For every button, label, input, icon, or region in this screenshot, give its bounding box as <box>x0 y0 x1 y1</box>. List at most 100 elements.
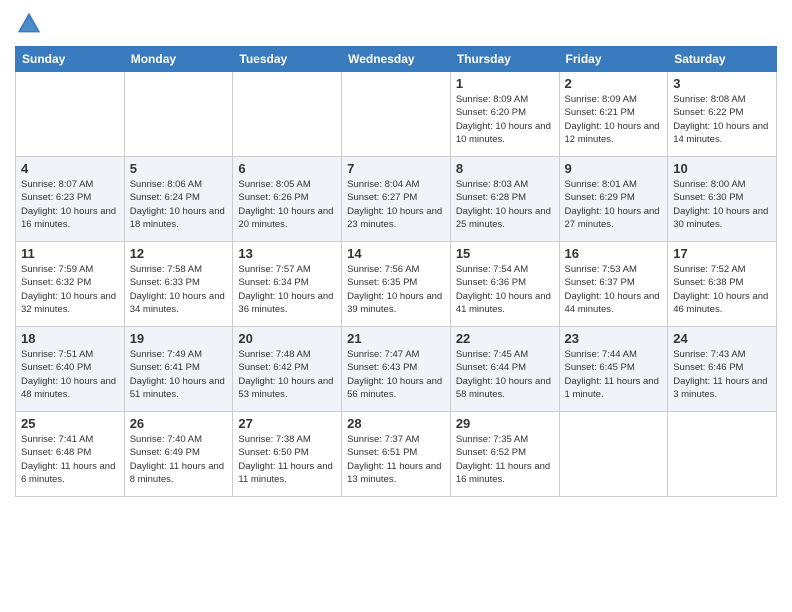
day-info: Sunrise: 7:45 AM Sunset: 6:44 PM Dayligh… <box>456 348 554 401</box>
day-header-saturday: Saturday <box>668 47 777 72</box>
day-info: Sunrise: 7:49 AM Sunset: 6:41 PM Dayligh… <box>130 348 228 401</box>
day-number: 17 <box>673 246 771 261</box>
calendar-cell: 2 Sunrise: 8:09 AM Sunset: 6:21 PM Daylig… <box>559 72 668 157</box>
week-row-2: 11 Sunrise: 7:59 AM Sunset: 6:32 PM Dayli… <box>16 242 777 327</box>
calendar-cell <box>124 72 233 157</box>
day-header-monday: Monday <box>124 47 233 72</box>
calendar-cell: 24 Sunrise: 7:43 AM Sunset: 6:46 PM Dayli… <box>668 327 777 412</box>
day-number: 11 <box>21 246 119 261</box>
day-header-tuesday: Tuesday <box>233 47 342 72</box>
day-info: Sunrise: 8:09 AM Sunset: 6:20 PM Dayligh… <box>456 93 554 146</box>
calendar-cell: 27 Sunrise: 7:38 AM Sunset: 6:50 PM Dayli… <box>233 412 342 497</box>
day-number: 28 <box>347 416 445 431</box>
day-header-sunday: Sunday <box>16 47 125 72</box>
calendar-cell: 11 Sunrise: 7:59 AM Sunset: 6:32 PM Dayli… <box>16 242 125 327</box>
calendar-cell: 21 Sunrise: 7:47 AM Sunset: 6:43 PM Dayli… <box>342 327 451 412</box>
day-number: 8 <box>456 161 554 176</box>
calendar-cell: 4 Sunrise: 8:07 AM Sunset: 6:23 PM Daylig… <box>16 157 125 242</box>
calendar-cell: 12 Sunrise: 7:58 AM Sunset: 6:33 PM Dayli… <box>124 242 233 327</box>
calendar-cell: 20 Sunrise: 7:48 AM Sunset: 6:42 PM Dayli… <box>233 327 342 412</box>
calendar-cell: 14 Sunrise: 7:56 AM Sunset: 6:35 PM Dayli… <box>342 242 451 327</box>
calendar-cell: 5 Sunrise: 8:06 AM Sunset: 6:24 PM Daylig… <box>124 157 233 242</box>
day-number: 15 <box>456 246 554 261</box>
day-number: 2 <box>565 76 663 91</box>
week-row-4: 25 Sunrise: 7:41 AM Sunset: 6:48 PM Dayli… <box>16 412 777 497</box>
day-number: 13 <box>238 246 336 261</box>
day-number: 4 <box>21 161 119 176</box>
calendar-cell: 1 Sunrise: 8:09 AM Sunset: 6:20 PM Daylig… <box>450 72 559 157</box>
calendar-cell: 16 Sunrise: 7:53 AM Sunset: 6:37 PM Dayli… <box>559 242 668 327</box>
day-info: Sunrise: 7:37 AM Sunset: 6:51 PM Dayligh… <box>347 433 445 486</box>
day-info: Sunrise: 8:03 AM Sunset: 6:28 PM Dayligh… <box>456 178 554 231</box>
calendar-cell: 7 Sunrise: 8:04 AM Sunset: 6:27 PM Daylig… <box>342 157 451 242</box>
calendar-cell <box>559 412 668 497</box>
week-row-3: 18 Sunrise: 7:51 AM Sunset: 6:40 PM Dayli… <box>16 327 777 412</box>
day-info: Sunrise: 7:51 AM Sunset: 6:40 PM Dayligh… <box>21 348 119 401</box>
calendar-cell: 13 Sunrise: 7:57 AM Sunset: 6:34 PM Dayli… <box>233 242 342 327</box>
calendar-cell: 18 Sunrise: 7:51 AM Sunset: 6:40 PM Dayli… <box>16 327 125 412</box>
day-info: Sunrise: 7:53 AM Sunset: 6:37 PM Dayligh… <box>565 263 663 316</box>
day-header-thursday: Thursday <box>450 47 559 72</box>
day-info: Sunrise: 8:09 AM Sunset: 6:21 PM Dayligh… <box>565 93 663 146</box>
day-number: 3 <box>673 76 771 91</box>
day-info: Sunrise: 8:04 AM Sunset: 6:27 PM Dayligh… <box>347 178 445 231</box>
day-number: 14 <box>347 246 445 261</box>
calendar-cell: 26Sunrise: 7:40 AM Sunset: 6:49 PM Dayli… <box>124 412 233 497</box>
calendar-cell: 23 Sunrise: 7:44 AM Sunset: 6:45 PM Dayli… <box>559 327 668 412</box>
header <box>15 10 777 38</box>
day-info: Sunrise: 7:57 AM Sunset: 6:34 PM Dayligh… <box>238 263 336 316</box>
day-info: Sunrise: 7:59 AM Sunset: 6:32 PM Dayligh… <box>21 263 119 316</box>
calendar-cell: 28 Sunrise: 7:37 AM Sunset: 6:51 PM Dayli… <box>342 412 451 497</box>
calendar-cell <box>342 72 451 157</box>
day-number: 20 <box>238 331 336 346</box>
calendar-cell: 15 Sunrise: 7:54 AM Sunset: 6:36 PM Dayli… <box>450 242 559 327</box>
day-info: Sunrise: 7:38 AM Sunset: 6:50 PM Dayligh… <box>238 433 336 486</box>
day-number: 21 <box>347 331 445 346</box>
day-number: 23 <box>565 331 663 346</box>
calendar-cell: 8 Sunrise: 8:03 AM Sunset: 6:28 PM Daylig… <box>450 157 559 242</box>
day-number: 26 <box>130 416 228 431</box>
day-info: Sunrise: 8:05 AM Sunset: 6:26 PM Dayligh… <box>238 178 336 231</box>
calendar-cell: 22 Sunrise: 7:45 AM Sunset: 6:44 PM Dayli… <box>450 327 559 412</box>
day-info: Sunrise: 7:54 AM Sunset: 6:36 PM Dayligh… <box>456 263 554 316</box>
day-info: Sunrise: 8:06 AM Sunset: 6:24 PM Dayligh… <box>130 178 228 231</box>
day-number: 12 <box>130 246 228 261</box>
day-number: 1 <box>456 76 554 91</box>
calendar-cell: 17 Sunrise: 7:52 AM Sunset: 6:38 PM Dayli… <box>668 242 777 327</box>
day-header-wednesday: Wednesday <box>342 47 451 72</box>
day-info: Sunrise: 8:08 AM Sunset: 6:22 PM Dayligh… <box>673 93 771 146</box>
calendar-cell <box>16 72 125 157</box>
day-number: 18 <box>21 331 119 346</box>
logo <box>15 10 47 38</box>
calendar-cell: 10Sunrise: 8:00 AM Sunset: 6:30 PM Dayli… <box>668 157 777 242</box>
calendar-cell: 6 Sunrise: 8:05 AM Sunset: 6:26 PM Daylig… <box>233 157 342 242</box>
day-info: Sunrise: 8:07 AM Sunset: 6:23 PM Dayligh… <box>21 178 119 231</box>
day-info: Sunrise: 7:41 AM Sunset: 6:48 PM Dayligh… <box>21 433 119 486</box>
day-info: Sunrise: 7:44 AM Sunset: 6:45 PM Dayligh… <box>565 348 663 401</box>
day-info: Sunrise: 7:35 AM Sunset: 6:52 PM Dayligh… <box>456 433 554 486</box>
day-number: 6 <box>238 161 336 176</box>
day-number: 25 <box>21 416 119 431</box>
day-number: 16 <box>565 246 663 261</box>
calendar-cell: 9Sunrise: 8:01 AM Sunset: 6:29 PM Daylig… <box>559 157 668 242</box>
calendar-cell: 3 Sunrise: 8:08 AM Sunset: 6:22 PM Daylig… <box>668 72 777 157</box>
day-number: 24 <box>673 331 771 346</box>
week-row-1: 4 Sunrise: 8:07 AM Sunset: 6:23 PM Daylig… <box>16 157 777 242</box>
day-number: 27 <box>238 416 336 431</box>
day-number: 22 <box>456 331 554 346</box>
day-info: Sunrise: 7:43 AM Sunset: 6:46 PM Dayligh… <box>673 348 771 401</box>
day-info: Sunrise: 7:56 AM Sunset: 6:35 PM Dayligh… <box>347 263 445 316</box>
day-number: 5 <box>130 161 228 176</box>
day-info: Sunrise: 8:00 AM Sunset: 6:30 PM Dayligh… <box>673 178 771 231</box>
day-header-friday: Friday <box>559 47 668 72</box>
logo-icon <box>15 10 43 38</box>
day-info: Sunrise: 7:58 AM Sunset: 6:33 PM Dayligh… <box>130 263 228 316</box>
day-number: 29 <box>456 416 554 431</box>
day-info: Sunrise: 7:52 AM Sunset: 6:38 PM Dayligh… <box>673 263 771 316</box>
day-info: Sunrise: 7:47 AM Sunset: 6:43 PM Dayligh… <box>347 348 445 401</box>
calendar-cell: 19Sunrise: 7:49 AM Sunset: 6:41 PM Dayli… <box>124 327 233 412</box>
day-info: Sunrise: 7:48 AM Sunset: 6:42 PM Dayligh… <box>238 348 336 401</box>
day-info: Sunrise: 8:01 AM Sunset: 6:29 PM Dayligh… <box>565 178 663 231</box>
day-number: 7 <box>347 161 445 176</box>
page: SundayMondayTuesdayWednesdayThursdayFrid… <box>0 0 792 612</box>
